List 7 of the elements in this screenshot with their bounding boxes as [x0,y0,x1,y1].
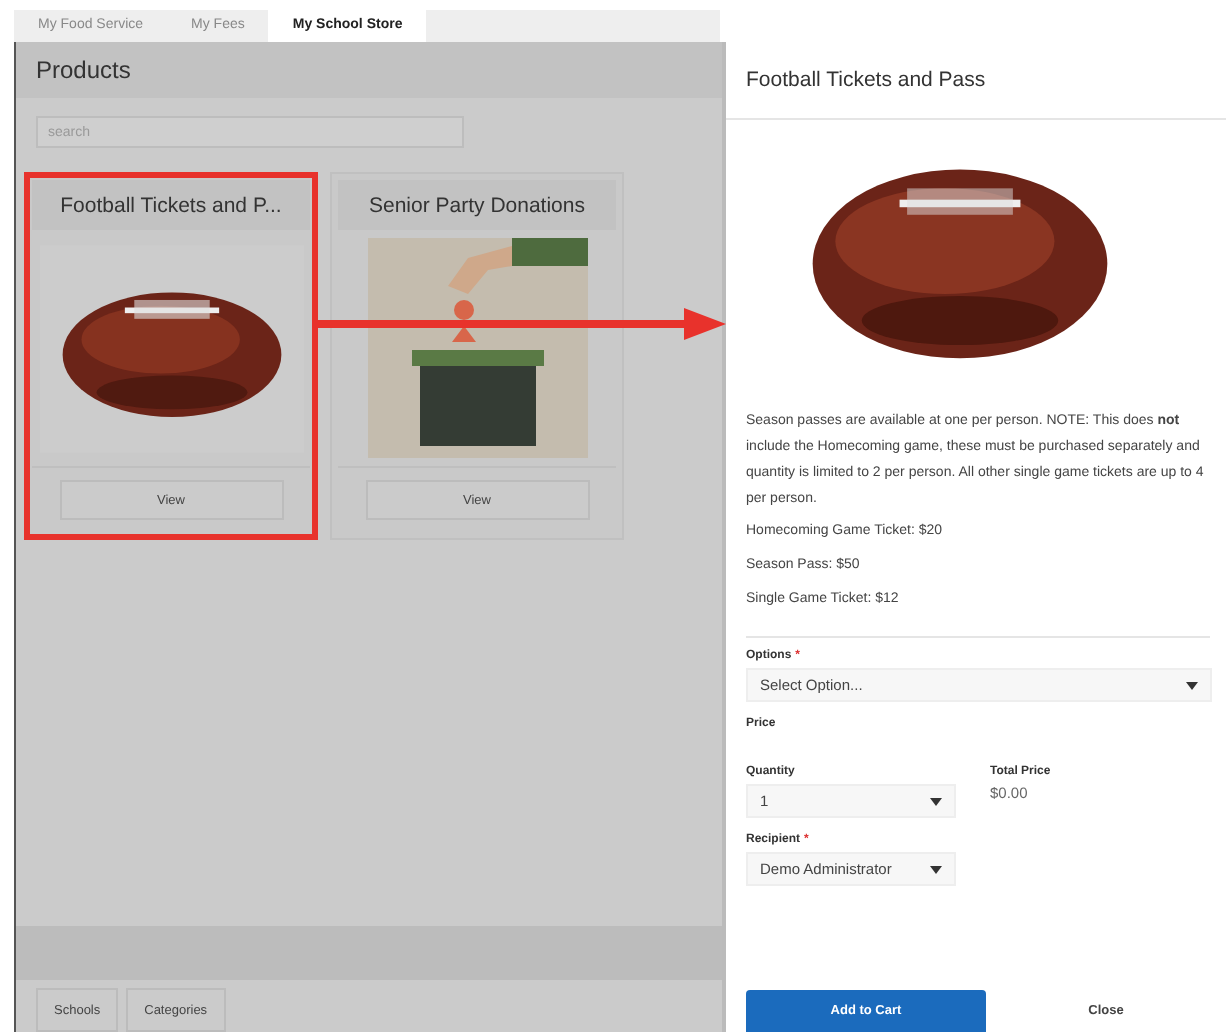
product-title: Football Tickets and P... [60,193,282,217]
panel-title: Products [36,56,131,84]
product-title: Senior Party Donations [369,193,585,217]
dialog-title: Football Tickets and Pass [726,42,1226,120]
caret-icon [930,865,942,873]
caret-icon [1186,681,1198,689]
caret-icon [930,797,942,805]
